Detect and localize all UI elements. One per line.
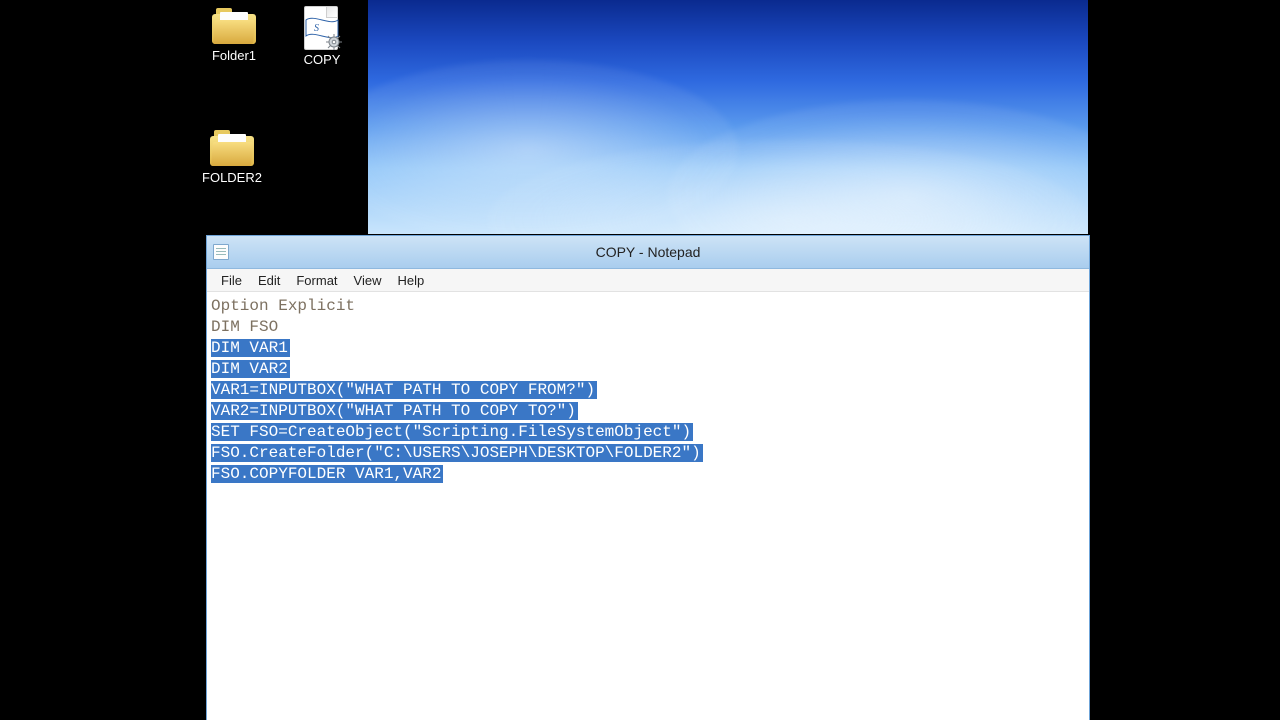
- selected-text[interactable]: DIM VAR2: [211, 360, 290, 378]
- folder-icon: [212, 8, 256, 44]
- folder2-icon[interactable]: FOLDER2: [192, 130, 272, 185]
- menu-file[interactable]: File: [213, 272, 250, 289]
- code-line[interactable]: DIM FSO: [211, 317, 1085, 338]
- menu-format[interactable]: Format: [288, 272, 345, 289]
- selected-text[interactable]: VAR1=INPUTBOX("WHAT PATH TO COPY FROM?"): [211, 381, 597, 399]
- svg-text:S: S: [314, 23, 319, 34]
- code-line[interactable]: FSO.COPYFOLDER VAR1,VAR2: [211, 464, 1085, 485]
- code-line[interactable]: SET FSO=CreateObject("Scripting.FileSyst…: [211, 422, 1085, 443]
- selected-text[interactable]: VAR2=INPUTBOX("WHAT PATH TO COPY TO?"): [211, 402, 578, 420]
- code-line[interactable]: VAR2=INPUTBOX("WHAT PATH TO COPY TO?"): [211, 401, 1085, 422]
- notepad-window: COPY - Notepad File Edit Format View Hel…: [206, 235, 1090, 720]
- vbs-script-icon: S: [300, 6, 344, 50]
- code-line[interactable]: Option Explicit: [211, 296, 1085, 317]
- folder1-icon[interactable]: Folder1: [194, 8, 274, 63]
- code-line[interactable]: VAR1=INPUTBOX("WHAT PATH TO COPY FROM?"): [211, 380, 1085, 401]
- icon-label: COPY: [282, 52, 362, 67]
- menubar: File Edit Format View Help: [207, 269, 1089, 292]
- menu-edit[interactable]: Edit: [250, 272, 288, 289]
- menu-help[interactable]: Help: [389, 272, 432, 289]
- selected-text[interactable]: DIM VAR1: [211, 339, 290, 357]
- code-line[interactable]: DIM VAR1: [211, 338, 1085, 359]
- text-editor-area[interactable]: Option ExplicitDIM FSODIM VAR1 DIM VAR2 VA…: [207, 292, 1089, 720]
- selected-text[interactable]: FSO.CreateFolder("C:\USERS\JOSEPH\DESKTO…: [211, 444, 703, 462]
- code-line[interactable]: FSO.CreateFolder("C:\USERS\JOSEPH\DESKTO…: [211, 443, 1085, 464]
- icon-label: Folder1: [194, 48, 274, 63]
- icon-label: FOLDER2: [192, 170, 272, 185]
- window-title: COPY - Notepad: [229, 244, 1089, 260]
- notepad-app-icon: [213, 244, 229, 260]
- menu-view[interactable]: View: [346, 272, 390, 289]
- desktop-wallpaper: [368, 0, 1088, 234]
- selected-text[interactable]: FSO.COPYFOLDER VAR1,VAR2: [211, 465, 443, 483]
- code-line[interactable]: DIM VAR2: [211, 359, 1085, 380]
- selected-text[interactable]: SET FSO=CreateObject("Scripting.FileSyst…: [211, 423, 693, 441]
- copy-script-icon[interactable]: S COPY: [282, 6, 362, 67]
- folder-icon: [210, 130, 254, 166]
- titlebar[interactable]: COPY - Notepad: [207, 236, 1089, 269]
